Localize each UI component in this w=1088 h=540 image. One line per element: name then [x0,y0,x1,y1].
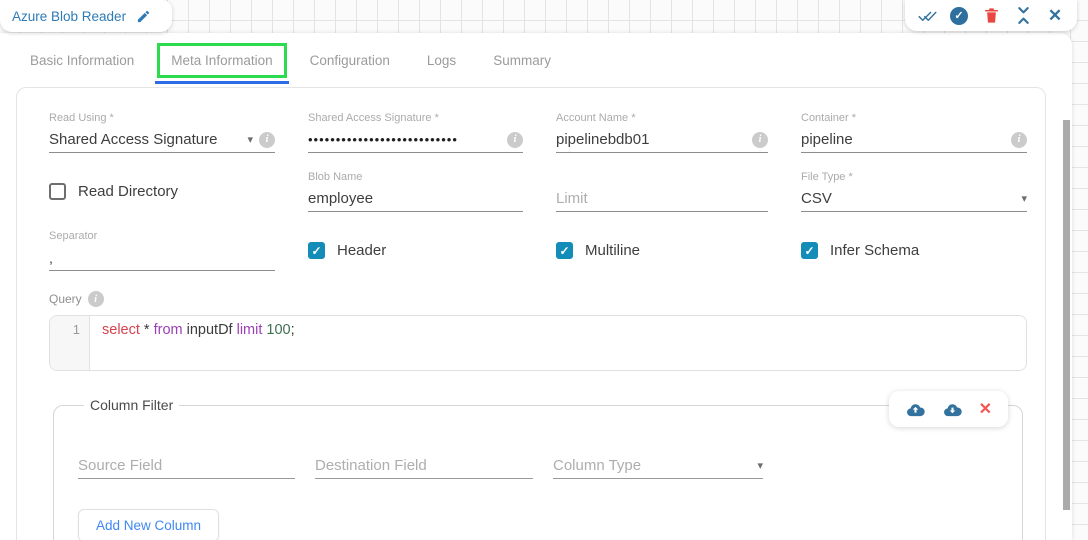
chevron-down-icon: ▾ [1021,193,1027,205]
column-filter-actions: ✕ [888,391,1008,427]
tab-configuration[interactable]: Configuration [310,53,390,68]
sas-masked-value: ••••••••••••••••••••••••••• [308,132,458,147]
container-value: pipeline [801,131,853,148]
source-field-placeholder: Source Field [78,457,163,474]
source-field-input[interactable]: Source Field [78,453,295,479]
read-directory-checkbox[interactable]: Read Directory [49,183,275,200]
query-code[interactable]: select * from inputDf limit 100; [90,316,295,370]
tab-meta-information[interactable]: Meta Information [155,42,289,84]
form-row-2: Read Directory Blob Name employee Limit … [49,171,1027,212]
sas-label: Shared Access Signature * [308,112,439,124]
destination-field-placeholder: Destination Field [315,457,427,474]
info-icon[interactable]: i [87,291,104,307]
file-type-select[interactable]: File Type * CSV ▾ [801,171,1027,212]
tab-summary[interactable]: Summary [493,53,551,68]
shared-access-signature-field[interactable]: Shared Access Signature * ••••••••••••••… [308,112,523,153]
read-using-value: Shared Access Signature [49,131,218,148]
double-check-icon[interactable] [917,6,937,26]
destination-field-input[interactable]: Destination Field [315,453,533,479]
cloud-upload-icon[interactable] [905,402,926,417]
cloud-download-icon[interactable] [942,402,963,417]
checkbox-icon[interactable] [49,183,66,200]
node-toolbar: ✓ ✕ [905,0,1077,31]
query-section: Query i 1 select * from inputDf limit 10… [49,291,1027,371]
column-type-placeholder: Column Type [553,457,642,474]
account-name-value: pipelinebdb01 [556,131,650,148]
edit-pencil-icon[interactable] [136,9,151,24]
read-using-label: Read Using * [49,112,114,124]
blob-name-field[interactable]: Blob Name employee [308,171,523,212]
column-type-select[interactable]: Column Type ▾ [553,453,763,479]
line-number-gutter: 1 [50,316,90,370]
node-title: Azure Blob Reader [12,8,127,24]
checkbox-icon[interactable] [308,242,325,259]
form-row-1: Read Using * Shared Access Signature ▾ i… [49,112,1027,153]
query-code-editor[interactable]: 1 select * from inputDf limit 100; [49,315,1027,371]
node-title-card: Azure Blob Reader [0,0,172,32]
close-icon[interactable]: ✕ [979,399,992,419]
info-icon[interactable]: i [1011,131,1027,148]
tab-basic-information[interactable]: Basic Information [30,53,134,68]
read-using-select[interactable]: Read Using * Shared Access Signature ▾ i [49,112,275,153]
vertical-scrollbar[interactable] [1063,120,1070,510]
checkbox-icon[interactable] [801,242,818,259]
file-type-value: CSV [801,190,832,207]
separator-field[interactable]: Separator , [49,230,275,271]
circle-check-icon[interactable]: ✓ [949,6,969,26]
infer-schema-label: Infer Schema [830,242,920,259]
column-filter-legend: Column Filter [90,397,174,413]
form-row-3: Separator , Header Multiline Infer Schem… [49,230,1027,271]
separator-value: , [49,249,53,266]
blob-name-label: Blob Name [308,171,363,183]
column-filter-section: Column Filter ✕ Source Field Destination… [53,391,1023,540]
infer-schema-checkbox[interactable]: Infer Schema [801,242,1027,259]
tab-logs[interactable]: Logs [427,53,456,68]
info-icon[interactable]: i [259,131,275,148]
query-label: Query [49,292,82,306]
info-icon[interactable]: i [752,131,768,148]
blob-name-value: employee [308,190,374,207]
container-field[interactable]: Container * pipeline i [801,112,1027,153]
header-label: Header [337,242,387,259]
read-directory-label: Read Directory [78,183,179,200]
account-name-label: Account Name * [556,112,636,124]
info-icon[interactable]: i [507,131,523,148]
chevron-down-icon: ▾ [757,460,763,472]
trash-icon[interactable] [981,6,1001,26]
multiline-label: Multiline [585,242,641,259]
multiline-checkbox[interactable]: Multiline [556,242,768,259]
close-icon[interactable]: ✕ [1045,6,1065,26]
add-new-column-button[interactable]: Add New Column [78,509,220,540]
node-config-panel: Basic Information Meta Information Confi… [0,33,1072,540]
limit-placeholder: Limit [556,190,588,207]
account-name-field[interactable]: Account Name * pipelinebdb01 i [556,112,768,153]
checkbox-icon[interactable] [556,242,573,259]
file-type-label: File Type * [801,171,853,183]
form-card: Read Using * Shared Access Signature ▾ i… [16,87,1046,540]
chevron-down-icon: ▾ [247,134,253,146]
collapse-vertical-icon[interactable] [1013,6,1033,26]
container-label: Container * [801,112,857,124]
limit-field[interactable]: Limit [556,171,768,212]
separator-label: Separator [49,230,98,242]
header-checkbox[interactable]: Header [308,242,523,259]
column-filter-row: Source Field Destination Field Column Ty… [78,453,1022,479]
tab-bar: Basic Information Meta Information Confi… [0,33,1072,87]
